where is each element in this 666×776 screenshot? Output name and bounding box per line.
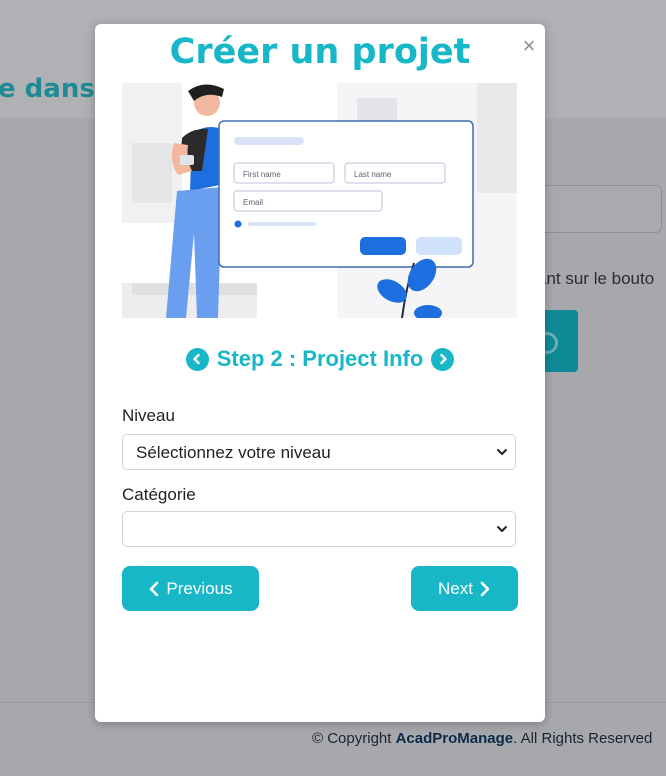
- niveau-label: Niveau: [122, 406, 175, 425]
- next-button-label: Next: [438, 578, 473, 598]
- footer-suffix: . All Rights Reserved: [513, 730, 653, 747]
- chevron-left-icon[interactable]: [185, 347, 209, 371]
- chevron-right-icon: [480, 581, 490, 596]
- footer-copyright: © Copyright AcadProManage. All Rights Re…: [312, 730, 652, 747]
- first-name-placeholder: First name: [243, 170, 281, 179]
- step-title: Step 2 : Project Info: [216, 346, 424, 371]
- modal-title: Créer un projet: [169, 32, 471, 72]
- categorie-label: Catégorie: [122, 485, 196, 504]
- previous-button[interactable]: Previous: [122, 566, 259, 611]
- create-project-modal: Créer un projet × First name Last name E…: [95, 24, 545, 722]
- chevron-down-icon: [497, 449, 507, 455]
- form-illustration: First name Last name Email: [122, 83, 517, 318]
- footer-brand: AcadProManage: [395, 730, 514, 747]
- chevron-right-icon[interactable]: [431, 347, 455, 371]
- last-name-placeholder: Last name: [354, 170, 392, 179]
- chevron-left-icon: [150, 581, 159, 596]
- close-icon[interactable]: ×: [519, 34, 539, 58]
- previous-button-label: Previous: [166, 578, 233, 598]
- email-placeholder: Email: [243, 198, 263, 207]
- niveau-select-value: Sélectionnez votre niveau: [136, 443, 331, 462]
- niveau-select[interactable]: Sélectionnez votre niveau: [122, 434, 516, 470]
- categorie-select[interactable]: [122, 511, 516, 547]
- background-text: ant sur le bouto: [537, 269, 655, 288]
- next-button[interactable]: Next: [411, 566, 518, 611]
- footer-prefix: © Copyright: [312, 730, 396, 747]
- chevron-down-icon: [497, 526, 507, 532]
- step-indicator: Step 2 : Project Info: [95, 344, 545, 374]
